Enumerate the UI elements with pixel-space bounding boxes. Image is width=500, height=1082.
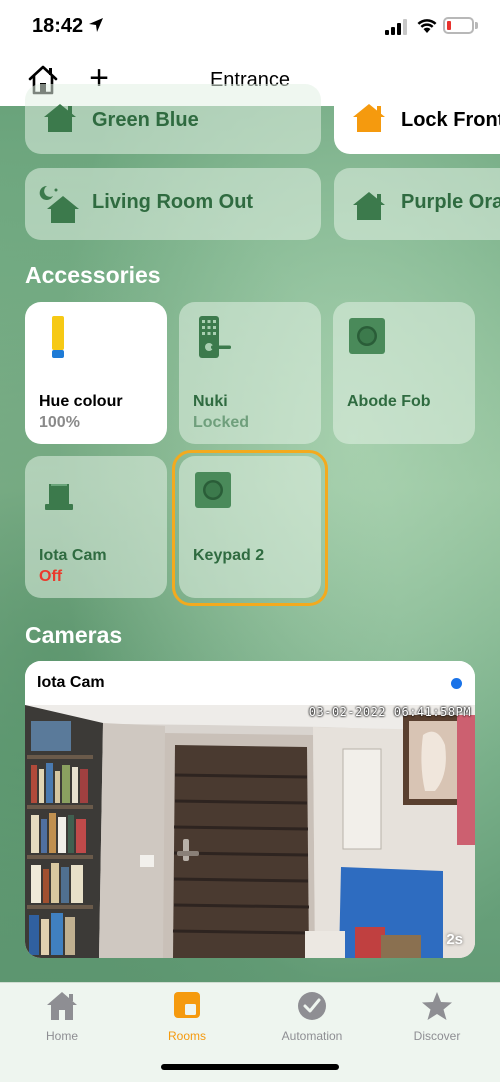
status-time: 18:42 bbox=[32, 15, 84, 37]
camera-timestamp: 03-02-2022 06:41:58PM bbox=[308, 705, 471, 719]
light-bulb-icon bbox=[52, 316, 64, 358]
tile-name: Abode Fob bbox=[347, 393, 431, 410]
camera-snapshot-image bbox=[25, 705, 475, 958]
scene-purple-ora[interactable]: Purple Ora bbox=[334, 168, 500, 240]
scene-green-blue[interactable]: Green Blue bbox=[25, 84, 321, 154]
tile-nuki[interactable]: Nuki Locked bbox=[179, 302, 321, 444]
camera-header: Iota Cam bbox=[25, 661, 475, 705]
signal-icon bbox=[385, 19, 407, 35]
tile-status: Off bbox=[39, 568, 63, 585]
star-icon bbox=[422, 992, 452, 1020]
accessories-title: Accessories bbox=[25, 262, 161, 288]
home-icon bbox=[47, 992, 77, 1020]
home-indicator bbox=[161, 1064, 339, 1070]
tab-rooms[interactable]: Rooms bbox=[137, 987, 237, 1047]
house-icon bbox=[353, 192, 385, 220]
tile-status: 100% bbox=[39, 414, 80, 431]
tab-label: Automation bbox=[281, 1029, 343, 1043]
camera-card[interactable]: Iota Cam 03-02-2022 06:41:58PM 2s bbox=[25, 661, 475, 958]
clock-icon bbox=[298, 992, 326, 1020]
scene-label: Green Blue bbox=[92, 109, 199, 131]
scene-label: Lock Front bbox=[401, 109, 500, 131]
house-icon bbox=[353, 104, 385, 132]
tile-name: Iota Cam bbox=[39, 547, 107, 564]
scene-lock-front[interactable]: Lock Front bbox=[334, 84, 500, 154]
button-icon bbox=[349, 318, 385, 354]
live-dot-icon bbox=[451, 678, 462, 689]
status-bar: 18:42 bbox=[0, 0, 500, 56]
tile-status: Locked bbox=[193, 414, 250, 431]
tile-abode-fob[interactable]: Abode Fob bbox=[333, 302, 475, 444]
tab-discover[interactable]: Discover bbox=[387, 987, 487, 1047]
tab-home[interactable]: Home bbox=[12, 987, 112, 1047]
camera-icon bbox=[45, 484, 73, 510]
tab-label: Discover bbox=[413, 1029, 461, 1043]
scene-label: Living Room Out bbox=[92, 191, 254, 213]
moon-house-icon bbox=[39, 185, 79, 223]
tile-name: Nuki bbox=[193, 393, 228, 410]
battery-tip bbox=[475, 22, 478, 29]
tile-name: Hue colour bbox=[39, 393, 123, 410]
battery-icon bbox=[443, 17, 474, 34]
scene-label: Purple Ora bbox=[401, 191, 500, 213]
tab-automation[interactable]: Automation bbox=[262, 987, 362, 1047]
camera-age: 2s bbox=[446, 931, 463, 948]
scene-living-room-out[interactable]: Living Room Out bbox=[25, 168, 321, 240]
tile-hue-colour[interactable]: Hue colour 100% bbox=[25, 302, 167, 444]
rooms-icon bbox=[174, 992, 200, 1018]
door-lock-icon bbox=[199, 316, 231, 358]
cameras-title: Cameras bbox=[25, 622, 123, 648]
camera-feed[interactable]: 03-02-2022 06:41:58PM 2s bbox=[25, 705, 475, 958]
location-arrow-icon bbox=[89, 18, 103, 32]
tab-label: Home bbox=[45, 1029, 78, 1043]
tile-iota-cam[interactable]: Iota Cam Off bbox=[25, 456, 167, 598]
house-icon bbox=[44, 104, 76, 132]
selection-highlight bbox=[172, 450, 328, 606]
wifi-icon bbox=[417, 19, 437, 33]
tab-label: Rooms bbox=[167, 1029, 206, 1043]
camera-name: Iota Cam bbox=[37, 674, 105, 691]
